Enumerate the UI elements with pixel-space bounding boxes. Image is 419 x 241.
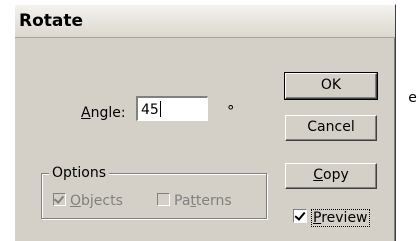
preview-checkbox[interactable]: Preview <box>293 209 370 227</box>
ok-button[interactable]: OK <box>284 72 378 100</box>
cancel-button[interactable]: Cancel <box>285 115 377 141</box>
patterns-checkbox[interactable]: Patterns <box>157 193 232 209</box>
degree-unit: ° <box>227 102 235 120</box>
dialog-title: Rotate <box>19 11 84 31</box>
options-legend: Options <box>49 165 110 181</box>
preview-label: Preview <box>311 209 370 227</box>
objects-checkbox-box <box>53 193 66 206</box>
objects-checkbox[interactable]: Objects <box>53 193 123 209</box>
rotate-dialog: Rotate Angle: 45 ° Options Objects Patte… <box>14 4 396 241</box>
angle-input[interactable]: 45 <box>136 96 208 121</box>
text-caret <box>159 101 161 117</box>
preview-checkbox-box <box>293 209 307 223</box>
angle-label: Angle: <box>81 105 126 121</box>
angle-value: 45 <box>141 102 159 118</box>
background-text-fragment: e <box>408 90 417 106</box>
copy-button[interactable]: Copy <box>285 163 377 189</box>
dialog-titlebar[interactable]: Rotate <box>15 5 395 38</box>
patterns-checkbox-box <box>157 193 170 206</box>
